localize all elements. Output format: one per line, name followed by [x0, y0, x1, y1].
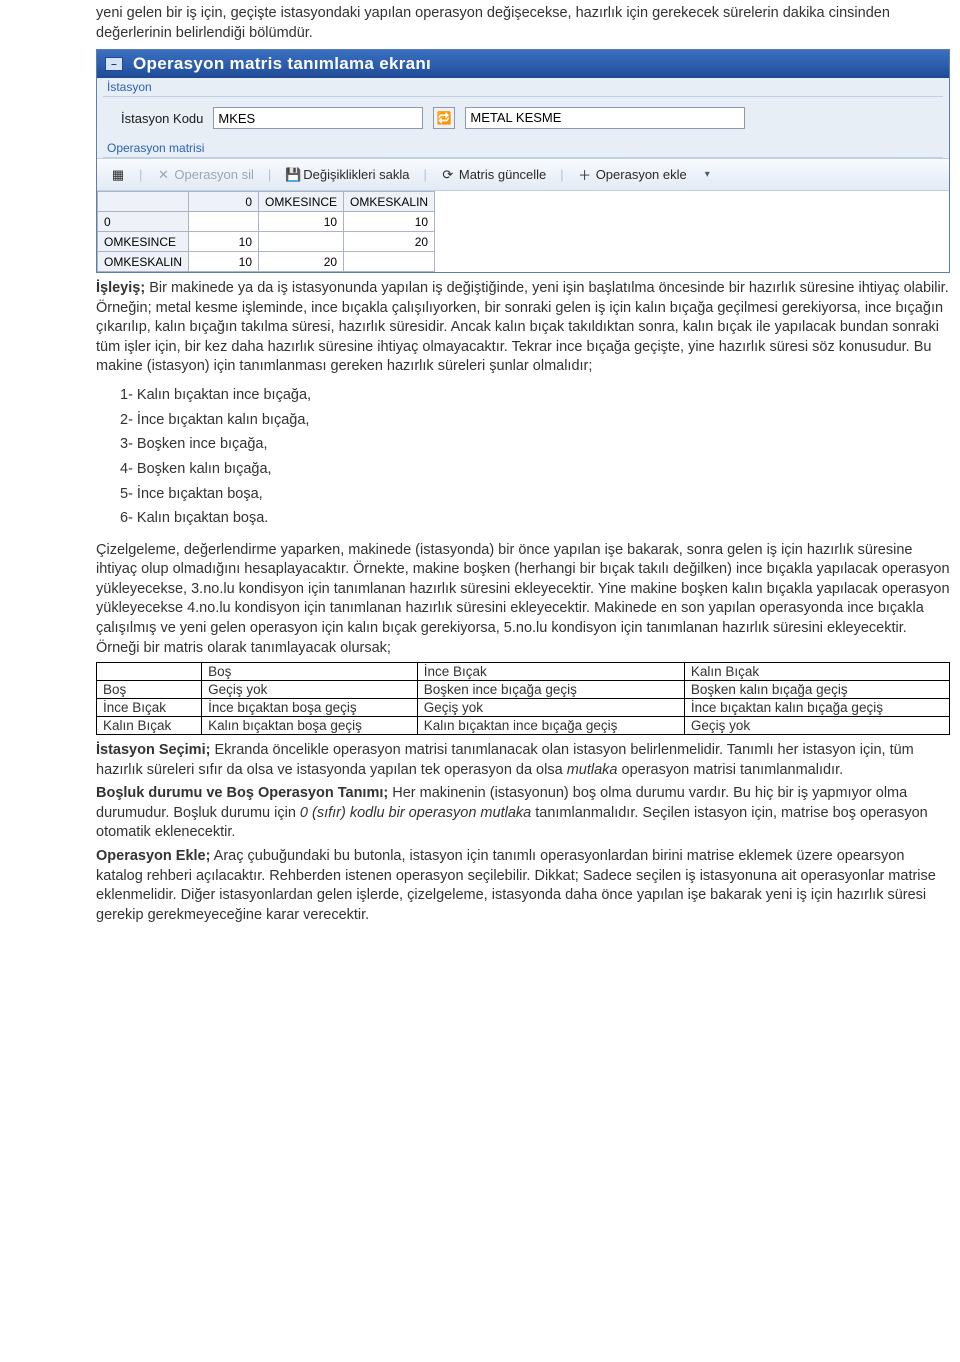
- paragraph-empty-status: Boşluk durumu ve Boş Operasyon Tanımı; H…: [96, 784, 950, 843]
- matrix-cell[interactable]: 20: [259, 252, 344, 272]
- station-code-label: İstasyon Kodu: [121, 111, 203, 126]
- add-op-label: Operasyon ekle: [596, 167, 687, 182]
- heading-empty-status: Boşluk durumu ve Boş Operasyon Tanımı;: [96, 785, 388, 801]
- matrix-rowhead: OMKESINCE: [98, 232, 189, 252]
- matrix-col-0: 0: [189, 192, 259, 212]
- window-title: Operasyon matris tanımlama ekranı: [133, 54, 431, 74]
- text-station-selection-tail: operasyon matrisi tanımlanmalıdır.: [617, 762, 843, 778]
- matrix-col-1: OMKESINCE: [259, 192, 344, 212]
- paragraph-isleyis-body: Bir makinede ya da iş istasyonunda yapıl…: [96, 280, 949, 374]
- matrix-cell[interactable]: [259, 232, 344, 252]
- example-rowhead: İnce Bıçak: [97, 699, 202, 717]
- matrix-group-label: Operasyon matrisi: [97, 139, 949, 157]
- refresh-icon: ⟳: [441, 167, 455, 183]
- example-corner: [97, 663, 202, 681]
- save-icon: 💾: [285, 167, 299, 183]
- list-item: 1- Kalın bıçaktan ince bıçağa,: [120, 383, 950, 408]
- update-matrix-button[interactable]: ⟳ Matris güncelle: [433, 165, 554, 185]
- station-row: İstasyon Kodu 🔁 METAL KESME: [97, 97, 949, 139]
- list-item: 6- Kalın bıçaktan boşa.: [120, 506, 950, 531]
- matrix-cell[interactable]: 10: [344, 212, 435, 232]
- matrix-table[interactable]: 0 OMKESINCE OMKESKALIN 0 10 10 OMKESINCE…: [97, 191, 435, 272]
- example-cell: Geçiş yok: [202, 681, 418, 699]
- matrix-cell[interactable]: [344, 252, 435, 272]
- matrix-cell[interactable]: 10: [189, 232, 259, 252]
- station-code-input[interactable]: [213, 107, 423, 129]
- dropdown-arrow-icon[interactable]: ▾: [701, 169, 714, 180]
- paragraph-station-selection: İstasyon Seçimi; Ekranda öncelikle opera…: [96, 741, 950, 780]
- example-col: Boş: [202, 663, 418, 681]
- example-cell: Kalın bıçaktan boşa geçiş: [202, 717, 418, 735]
- heading-isleyis: İşleyiş;: [96, 280, 145, 296]
- matrix-header-row: 0 OMKESINCE OMKESKALIN: [98, 192, 435, 212]
- example-cell: İnce bıçaktan boşa geçiş: [202, 699, 418, 717]
- station-group-label: İstasyon: [97, 78, 949, 96]
- update-matrix-label: Matris güncelle: [459, 167, 546, 182]
- matrix-window: – Operasyon matris tanımlama ekranı İsta…: [96, 49, 950, 273]
- matrix-cell[interactable]: 20: [344, 232, 435, 252]
- matrix-rowhead: 0: [98, 212, 189, 232]
- station-lookup-button[interactable]: 🔁: [433, 107, 455, 129]
- example-cell: Geçiş yok: [417, 699, 684, 717]
- delete-op-label: Operasyon sil: [174, 167, 253, 182]
- intro-text: yeni gelen bir iş için, geçişte istasyon…: [96, 4, 950, 43]
- example-col: İnce Bıçak: [417, 663, 684, 681]
- example-col: Kalın Bıçak: [684, 663, 949, 681]
- conditions-list: 1- Kalın bıçaktan ince bıçağa, 2- İnce b…: [120, 383, 950, 531]
- window-titlebar: – Operasyon matris tanımlama ekranı: [97, 50, 949, 78]
- matrix-rowhead: OMKESKALIN: [98, 252, 189, 272]
- example-rowhead: Boş: [97, 681, 202, 699]
- save-changes-button[interactable]: 💾 Değişiklikleri sakla: [277, 165, 417, 185]
- matrix-col-2: OMKESKALIN: [344, 192, 435, 212]
- matrix-cell[interactable]: 10: [259, 212, 344, 232]
- heading-op-add: Operasyon Ekle;: [96, 848, 210, 864]
- matrix-toolbar: ▦ | ✕ Operasyon sil | 💾 Değişiklikleri s…: [97, 158, 949, 191]
- add-icon: ＋: [578, 165, 592, 184]
- minimize-icon[interactable]: –: [105, 57, 123, 71]
- add-op-button[interactable]: ＋ Operasyon ekle: [570, 163, 695, 186]
- station-desc: METAL KESME: [465, 107, 745, 129]
- list-item: 5- İnce bıçaktan boşa,: [120, 482, 950, 507]
- paragraph-isleyis: İşleyiş; Bir makinede ya da iş istasyonu…: [96, 279, 950, 377]
- list-item: 4- Boşken kalın bıçağa,: [120, 457, 950, 482]
- example-matrix-table: Boş İnce Bıçak Kalın Bıçak Boş Geçiş yok…: [96, 662, 950, 735]
- save-changes-label: Değişiklikleri sakla: [303, 167, 409, 182]
- example-rowhead: Kalın Bıçak: [97, 717, 202, 735]
- matrix-row: OMKESINCE 10 20: [98, 232, 435, 252]
- italic-mutlaka: mutlaka: [567, 762, 618, 778]
- delete-op-button[interactable]: ✕ Operasyon sil: [148, 165, 261, 185]
- grid-icon: ▦: [111, 167, 125, 183]
- paragraph-op-add: Operasyon Ekle; Araç çubuğundaki bu buto…: [96, 847, 950, 925]
- matrix-row: 0 10 10: [98, 212, 435, 232]
- example-cell: Kalın bıçaktan ince bıçağa geçiş: [417, 717, 684, 735]
- example-cell: Boşken ince bıçağa geçiş: [417, 681, 684, 699]
- list-item: 3- Boşken ince bıçağa,: [120, 432, 950, 457]
- heading-station-selection: İstasyon Seçimi;: [96, 742, 210, 758]
- lookup-icon: 🔁: [437, 111, 452, 125]
- delete-icon: ✕: [156, 167, 170, 183]
- matrix-cell[interactable]: 10: [189, 252, 259, 272]
- matrix-cell[interactable]: [189, 212, 259, 232]
- italic-zero-code: 0 (sıfır) kodlu bir operasyon mutlaka: [300, 805, 531, 821]
- matrix-row: OMKESKALIN 10 20: [98, 252, 435, 272]
- text-op-add: Araç çubuğundaki bu butonla, istasyon iç…: [96, 848, 936, 923]
- example-cell: Geçiş yok: [684, 717, 949, 735]
- example-cell: İnce bıçaktan kalın bıçağa geçiş: [684, 699, 949, 717]
- paragraph-scheduling: Çizelgeleme, değerlendirme yaparken, mak…: [96, 541, 950, 658]
- example-cell: Boşken kalın bıçağa geçiş: [684, 681, 949, 699]
- matrix-corner: [98, 192, 189, 212]
- list-item: 2- İnce bıçaktan kalın bıçağa,: [120, 408, 950, 433]
- grid-view-button[interactable]: ▦: [103, 165, 133, 185]
